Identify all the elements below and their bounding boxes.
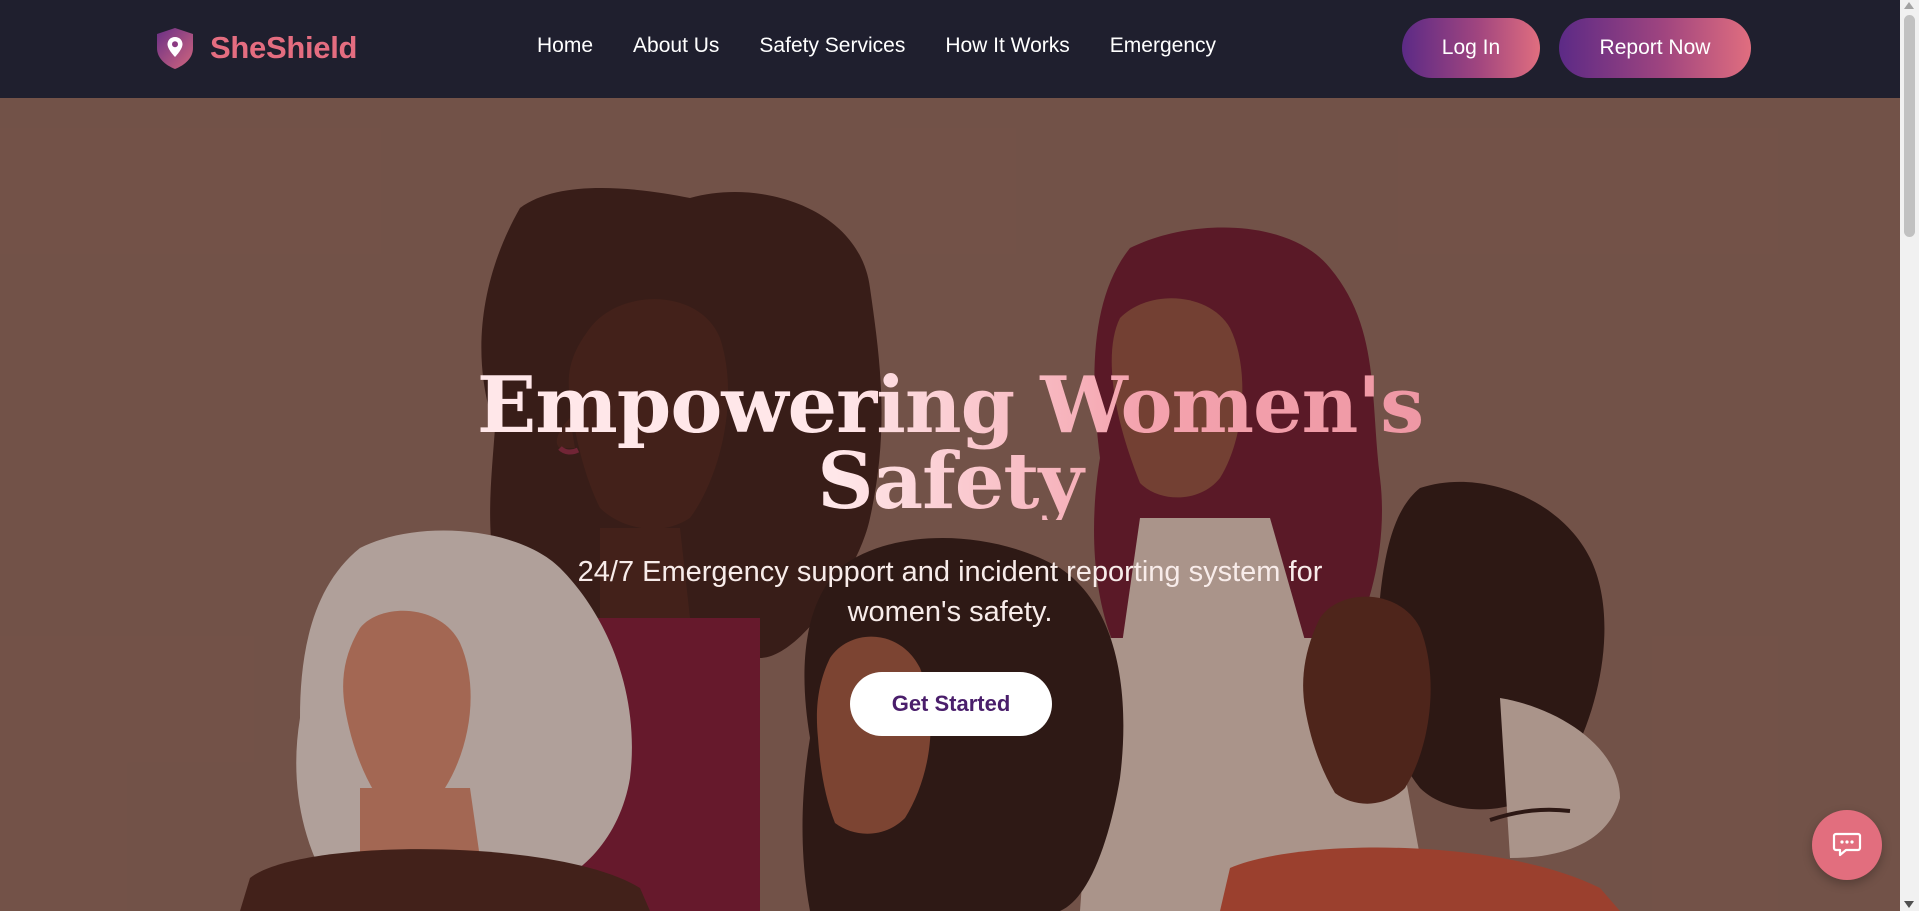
- top-navbar: SheShield Home About Us Safety Services …: [0, 0, 1900, 98]
- get-started-button[interactable]: Get Started: [850, 672, 1052, 736]
- nav-safety-services[interactable]: Safety Services: [759, 34, 905, 58]
- report-now-button[interactable]: Report Now: [1559, 18, 1751, 78]
- scroll-thumb[interactable]: [1904, 15, 1915, 237]
- login-button[interactable]: Log In: [1402, 18, 1540, 78]
- nav-home[interactable]: Home: [537, 34, 593, 58]
- shield-location-icon: [157, 28, 193, 69]
- page-scrollbar[interactable]: [1900, 0, 1919, 911]
- brand-name: SheShield: [210, 30, 358, 65]
- hero-title: Empowering Women's Safety: [0, 368, 1900, 520]
- hero-section: Empowering Women's Safety 24/7 Emergency…: [0, 98, 1900, 911]
- nav-emergency[interactable]: Emergency: [1110, 34, 1216, 58]
- chat-button[interactable]: [1812, 810, 1882, 880]
- scroll-up-arrow-icon[interactable]: [1904, 2, 1914, 9]
- scroll-down-arrow-icon[interactable]: [1904, 901, 1914, 908]
- chat-bubble-icon: [1832, 832, 1862, 857]
- main-nav: Home About Us Safety Services How It Wor…: [537, 34, 1256, 58]
- hero-title-line2: Safety: [817, 436, 1083, 527]
- hero-subtitle: 24/7 Emergency support and incident repo…: [577, 556, 1323, 628]
- nav-about-us[interactable]: About Us: [633, 34, 719, 58]
- nav-how-it-works[interactable]: How It Works: [945, 34, 1069, 58]
- brand-logo[interactable]: SheShield: [153, 26, 357, 70]
